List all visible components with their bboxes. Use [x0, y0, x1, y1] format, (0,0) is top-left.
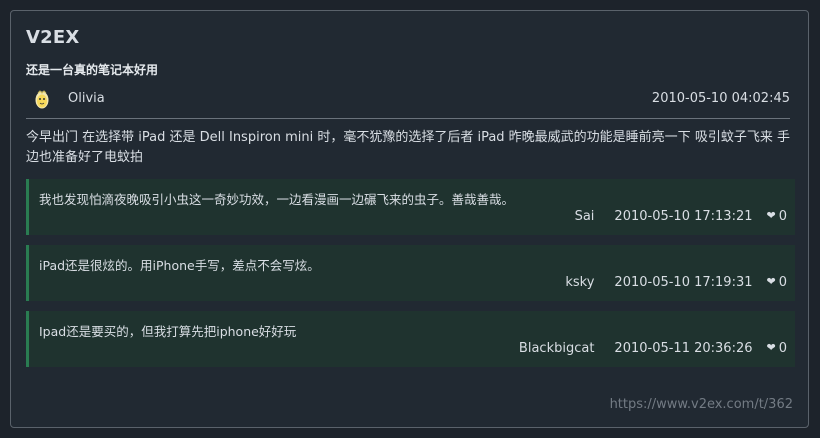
- reply-likes: 0: [778, 275, 787, 290]
- reply-text: iPad还是很炫的。用iPhone手写，差点不会写炫。: [39, 258, 320, 273]
- reply-meta: Blackbigcat 2010-05-11 20:36:26 ❤ 0: [519, 341, 787, 356]
- reply-item: Ipad还是要买的，但我打算先把iphone好好玩 Blackbigcat 20…: [26, 311, 795, 367]
- reply-likes: 0: [778, 209, 787, 224]
- avatar-icon[interactable]: [34, 89, 50, 110]
- reply-time: 2010-05-10 17:19:31: [614, 275, 753, 290]
- heart-icon[interactable]: ❤: [767, 341, 776, 356]
- heart-icon[interactable]: ❤: [767, 275, 776, 290]
- reply-text: 我也发现怕滴夜晚吸引小虫这一奇妙功效，一边看漫画一边碾飞来的虫子。善哉善哉。: [39, 192, 515, 207]
- reply-item: 我也发现怕滴夜晚吸引小虫这一奇妙功效，一边看漫画一边碾飞来的虫子。善哉善哉。 S…: [26, 179, 795, 235]
- author-name[interactable]: Olivia: [68, 91, 105, 106]
- reply-user[interactable]: Blackbigcat: [519, 341, 595, 356]
- topic-body: 今早出门 在选择带 iPad 还是 Dell Inspiron mini 时，毫…: [26, 130, 790, 165]
- reply-user[interactable]: ksky: [565, 275, 594, 290]
- reply-user[interactable]: Sai: [575, 209, 595, 224]
- author-row: Olivia 2010-05-10 04:02:45: [26, 89, 790, 113]
- source-link[interactable]: https://www.v2ex.com/t/362: [610, 397, 793, 412]
- topic-card: V2EX 还是一台真的笔记本好用 Olivia 2010-05-10 04:02…: [10, 10, 809, 428]
- reply-meta: ksky 2010-05-10 17:19:31 ❤ 0: [565, 275, 787, 290]
- reply-time: 2010-05-10 17:13:21: [614, 209, 753, 224]
- site-title[interactable]: V2EX: [26, 27, 79, 48]
- post-time: 2010-05-10 04:02:45: [651, 91, 790, 106]
- reply-text: Ipad还是要买的，但我打算先把iphone好好玩: [39, 324, 297, 339]
- reply-time: 2010-05-11 20:36:26: [614, 341, 753, 356]
- topic-title: 还是一台真的笔记本好用: [26, 63, 159, 77]
- divider: [26, 118, 790, 119]
- reply-likes: 0: [778, 341, 787, 356]
- reply-meta: Sai 2010-05-10 17:13:21 ❤ 0: [575, 209, 787, 224]
- heart-icon[interactable]: ❤: [767, 209, 776, 224]
- reply-item: iPad还是很炫的。用iPhone手写，差点不会写炫。 ksky 2010-05…: [26, 245, 795, 301]
